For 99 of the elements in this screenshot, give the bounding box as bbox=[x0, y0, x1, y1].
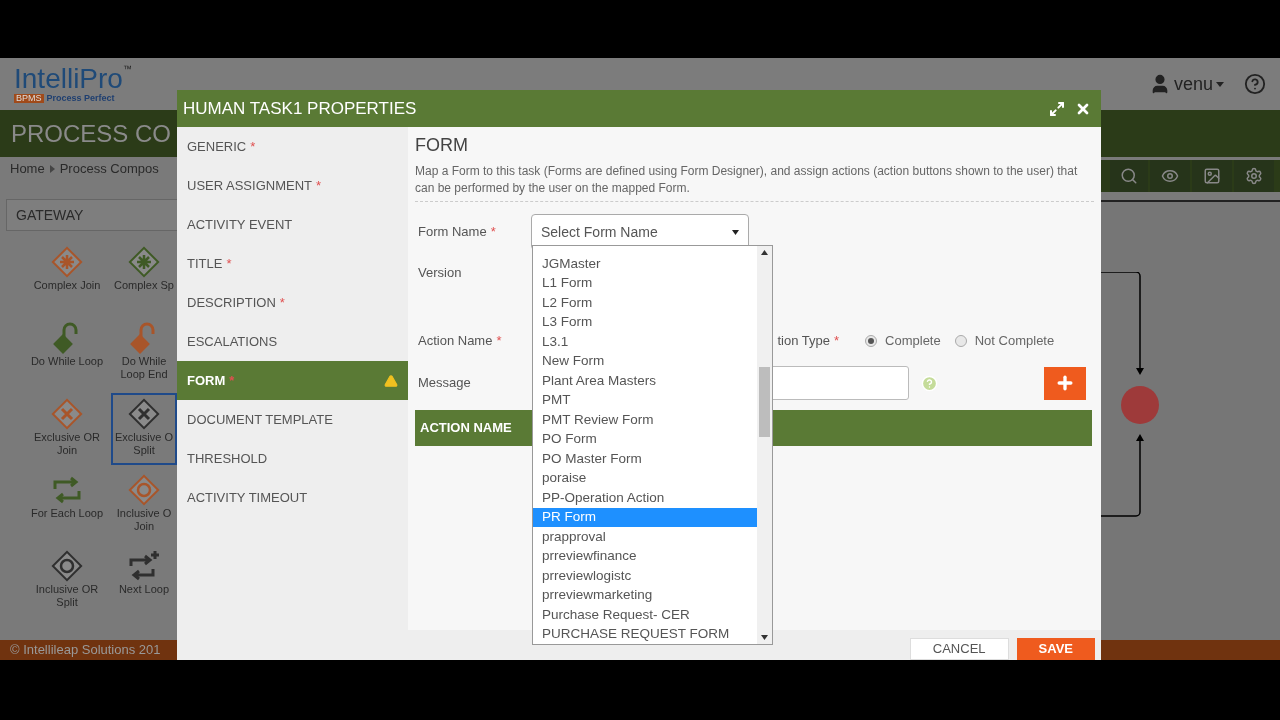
eye-icon bbox=[1161, 167, 1179, 185]
palette-item[interactable]: Exclusive OR Join bbox=[27, 393, 107, 465]
radio-label: Complete bbox=[885, 332, 941, 351]
field-label: Action Name bbox=[418, 332, 493, 351]
dropdown-option[interactable]: prreviewlogistc bbox=[533, 566, 757, 586]
dropdown-option[interactable]: New Form bbox=[533, 351, 757, 371]
palette-label: Exclusive OR Join bbox=[33, 431, 101, 457]
dropdown-option[interactable]: PO Form bbox=[533, 429, 757, 449]
required-mark: * bbox=[315, 176, 322, 195]
section-tab[interactable]: GENERIC * bbox=[177, 127, 408, 166]
settings-button[interactable] bbox=[1234, 160, 1274, 192]
palette-item[interactable]: Inclusive O Join bbox=[111, 469, 177, 541]
copyright-text: © Intellileap Solutions 201 bbox=[10, 641, 161, 660]
breadcrumb-link[interactable]: Home bbox=[10, 159, 45, 179]
required-mark: * bbox=[490, 223, 496, 242]
palette-label: Inclusive OR Split bbox=[34, 583, 100, 609]
logo-wordmark: IntelliPro bbox=[14, 65, 123, 93]
required-mark: * bbox=[279, 293, 285, 312]
palette-item[interactable]: Do While Loop End bbox=[111, 317, 177, 389]
add-button[interactable] bbox=[1044, 366, 1086, 400]
section-heading: FORM bbox=[415, 134, 469, 157]
trademark-sign: ™ bbox=[122, 65, 132, 74]
palette-label: Complex Sp bbox=[114, 279, 174, 292]
caret-icon bbox=[732, 229, 739, 235]
dropdown-option[interactable]: L1 Form bbox=[533, 273, 757, 293]
field-label: Version bbox=[418, 264, 462, 283]
palette-item[interactable]: Inclusive OR Split bbox=[27, 545, 107, 617]
breadcrumb-link[interactable]: Process Compos bbox=[59, 159, 159, 179]
dropdown-option[interactable]: poraise bbox=[533, 468, 757, 488]
section-tab[interactable]: ACTIVITY EVENT bbox=[177, 205, 408, 244]
caret-icon bbox=[1216, 81, 1224, 87]
palette-item[interactable]: Complex Sp bbox=[111, 241, 177, 313]
zoom-out-button[interactable] bbox=[1110, 160, 1148, 192]
required-mark: * bbox=[229, 371, 235, 390]
section-tab[interactable]: DESCRIPTION * bbox=[177, 283, 408, 322]
dialog-title: HUMAN TASK1 PROPERTIES bbox=[183, 97, 417, 120]
section-tab[interactable]: ACTIVITY TIMEOUT bbox=[177, 478, 408, 517]
required-mark: * bbox=[226, 254, 232, 273]
dropdown-option[interactable]: Purchase Request- CER bbox=[533, 605, 757, 625]
dropdown-option[interactable]: PMT Review Form bbox=[533, 410, 757, 430]
palette-item[interactable]: Complex Join bbox=[27, 241, 107, 313]
radio-button[interactable] bbox=[865, 335, 878, 347]
help-icon[interactable] bbox=[1244, 73, 1266, 95]
field-label: Form Name bbox=[418, 223, 487, 242]
field-label: Message bbox=[418, 374, 471, 393]
image-icon bbox=[1203, 167, 1221, 185]
image-button[interactable] bbox=[1192, 160, 1232, 192]
radio-label: Not Complete bbox=[974, 332, 1055, 351]
palette-item[interactable]: Next Loop bbox=[111, 545, 177, 617]
section-tab[interactable]: TITLE * bbox=[177, 244, 408, 283]
radio-button[interactable] bbox=[954, 335, 967, 347]
palette-label: Do While Loop bbox=[30, 355, 104, 368]
breadcrumb-arrow-icon bbox=[49, 165, 55, 173]
palette-item[interactable]: Do While Loop bbox=[27, 317, 107, 389]
dropdown-option[interactable]: prreviewfinance bbox=[533, 546, 757, 566]
palette-item[interactable]: For Each Loop bbox=[27, 469, 107, 541]
required-mark: * bbox=[250, 137, 256, 156]
field-label: tion Type bbox=[777, 332, 830, 351]
section-description: Map a Form to this task (Forms are defined using Form Designer), and assign actions (action buttons shown to the user) that can be performed by the user on the mapped Form. bbox=[415, 163, 1079, 197]
dropdown-option[interactable]: Plant Area Masters bbox=[533, 371, 757, 391]
plus-icon bbox=[1055, 373, 1075, 393]
column-header: ACTION NAME bbox=[420, 419, 512, 438]
maximize-icon[interactable] bbox=[1049, 100, 1065, 117]
dropdown-option[interactable]: L2 Form bbox=[533, 293, 757, 313]
page-title: PROCESS CO bbox=[11, 118, 172, 149]
category-field[interactable]: GATEWAY bbox=[6, 199, 177, 231]
dropdown-option[interactable]: PO Master Form bbox=[533, 449, 757, 469]
palette-label: Exclusive O Split bbox=[113, 431, 175, 457]
cancel-button[interactable]: CANCEL bbox=[909, 638, 1009, 660]
dropdown-option[interactable]: JGMaster bbox=[533, 254, 757, 274]
logo-badge: BPMS bbox=[14, 94, 44, 103]
dropdown-option[interactable]: PMT bbox=[533, 390, 757, 410]
section-tab[interactable]: ESCALATIONS bbox=[177, 322, 408, 361]
required-mark: * bbox=[496, 332, 502, 351]
logo-tagline: Process Perfect bbox=[46, 94, 115, 103]
scroll-up-icon[interactable] bbox=[761, 250, 768, 255]
palette-label: Next Loop bbox=[118, 583, 170, 596]
section-tab[interactable]: DOCUMENT TEMPLATE bbox=[177, 400, 408, 439]
dropdown-option[interactable]: L3.1 bbox=[533, 332, 757, 352]
scroll-thumb[interactable] bbox=[759, 367, 770, 437]
dropdown-option[interactable]: PURCHASE REQUEST FORM bbox=[533, 624, 757, 644]
palette-item[interactable]: Exclusive O Split bbox=[111, 393, 177, 465]
scrollbar[interactable] bbox=[757, 246, 772, 644]
palette-label: For Each Loop bbox=[30, 507, 104, 520]
zoom-out-icon bbox=[1120, 167, 1138, 185]
required-mark: * bbox=[834, 332, 840, 351]
dropdown-option[interactable]: prreviewmarketing bbox=[533, 585, 757, 605]
section-tab[interactable]: THRESHOLD bbox=[177, 439, 408, 478]
user-menu[interactable]: venu bbox=[1148, 70, 1224, 98]
palette-label: Do While Loop End bbox=[119, 355, 169, 381]
section-tab[interactable]: USER ASSIGNMENT * bbox=[177, 166, 408, 205]
dropdown-option[interactable]: PP-Operation Action bbox=[533, 488, 757, 508]
settings-icon bbox=[1245, 167, 1263, 185]
section-tab[interactable]: FORM * bbox=[177, 361, 408, 400]
palette-label: Complex Join bbox=[33, 279, 101, 292]
preview-button[interactable] bbox=[1150, 160, 1190, 192]
palette-label: Inclusive O Join bbox=[115, 507, 173, 533]
dropdown-option[interactable]: prapproval bbox=[533, 527, 757, 547]
dropdown-option[interactable]: L3 Form bbox=[533, 312, 757, 332]
